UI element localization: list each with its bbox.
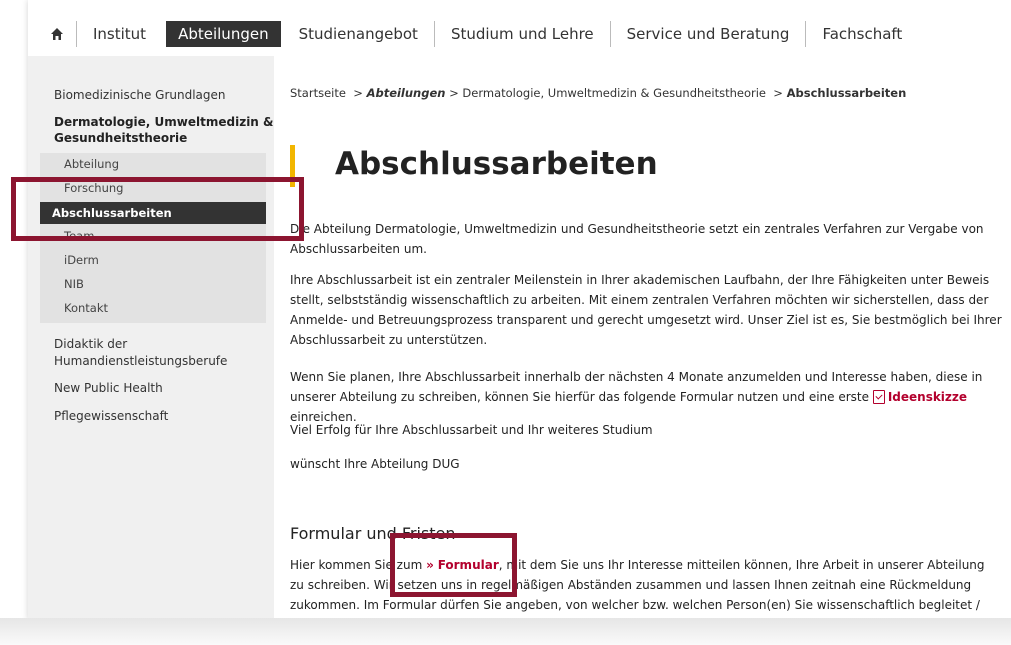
- signature-paragraph: wünscht Ihre Abteilung DUG: [290, 457, 460, 471]
- sidebar-item-pflegewissenschaft[interactable]: Pflegewissenschaft: [54, 409, 168, 423]
- home-icon[interactable]: [46, 23, 68, 45]
- page-title: Abschlussarbeiten: [335, 146, 658, 182]
- breadcrumb-abteilungen[interactable]: Abteilungen: [367, 86, 446, 100]
- document-icon[interactable]: [872, 390, 885, 404]
- highlight-box-sidebar: [11, 177, 304, 241]
- nav-item-institut[interactable]: Institut: [91, 25, 148, 43]
- subnav-item-abteilung[interactable]: Abteilung: [64, 157, 119, 171]
- subnav-item-iderm[interactable]: iDerm: [64, 253, 99, 267]
- breadcrumb-separator: >: [353, 86, 363, 100]
- breadcrumb-home[interactable]: Startseite: [290, 86, 346, 100]
- breadcrumb-separator: >: [449, 86, 459, 100]
- sidebar-item-dermatologie[interactable]: Dermatologie, Umweltmedizin & Gesundheit…: [54, 114, 274, 146]
- page-shadow: [0, 618, 1011, 645]
- top-navigation: Institut Abteilungen Studienangebot Stud…: [28, 14, 1011, 54]
- ideenskizze-link[interactable]: Ideenskizze: [888, 390, 967, 404]
- breadcrumb: Startseite > Abteilungen > Dermatologie,…: [290, 86, 906, 100]
- sidebar-item-label: Didaktik der: [54, 337, 128, 351]
- breadcrumb-current: Abschlussarbeiten: [786, 86, 907, 100]
- breadcrumb-department[interactable]: Dermatologie, Umweltmedizin & Gesundheit…: [462, 86, 766, 100]
- sidebar-item-label: Dermatologie, Umweltmedizin &: [54, 115, 274, 129]
- nav-item-service-und-beratung[interactable]: Service und Beratung: [625, 25, 792, 43]
- browser-page: Institut Abteilungen Studienangebot Stud…: [28, 0, 1011, 620]
- intro-paragraph: Die Abteilung Dermatologie, Umweltmedizi…: [290, 222, 984, 256]
- sidebar-item-biomedizinische-grundlagen[interactable]: Biomedizinische Grundlagen: [54, 88, 226, 102]
- nav-divider: [433, 21, 435, 47]
- sidebar-item-label: Humandienstleistungsberufe: [54, 354, 228, 368]
- milestone-paragraph: Ihre Abschlussarbeit ist ein zentraler M…: [290, 273, 1002, 347]
- nav-item-studienangebot[interactable]: Studienangebot: [297, 25, 420, 43]
- sidebar-item-new-public-health[interactable]: New Public Health: [54, 381, 163, 395]
- nav-divider: [609, 21, 611, 47]
- sidebar-item-label: Gesundheitstheorie: [54, 131, 188, 145]
- breadcrumb-separator: >: [773, 86, 783, 100]
- sidebar: Biomedizinische Grundlagen Dermatologie,…: [28, 56, 274, 620]
- sidebar-item-didaktik[interactable]: Didaktik der Humandienstleistungsberufe: [54, 336, 227, 370]
- subnav-item-kontakt[interactable]: Kontakt: [64, 301, 108, 315]
- nav-item-fachschaft[interactable]: Fachschaft: [820, 25, 904, 43]
- subnav-item-nib[interactable]: NIB: [64, 277, 84, 291]
- application-paragraph: Wenn Sie planen, Ihre Abschlussarbeit in…: [290, 367, 1002, 427]
- nav-divider: [805, 21, 807, 47]
- nav-item-abteilungen[interactable]: Abteilungen: [166, 21, 281, 47]
- highlight-box-formular: [390, 533, 517, 597]
- nav-divider: [76, 21, 77, 47]
- success-paragraph: Viel Erfolg für Ihre Abschlussarbeit und…: [290, 423, 653, 437]
- nav-item-studium-und-lehre[interactable]: Studium und Lehre: [449, 25, 596, 43]
